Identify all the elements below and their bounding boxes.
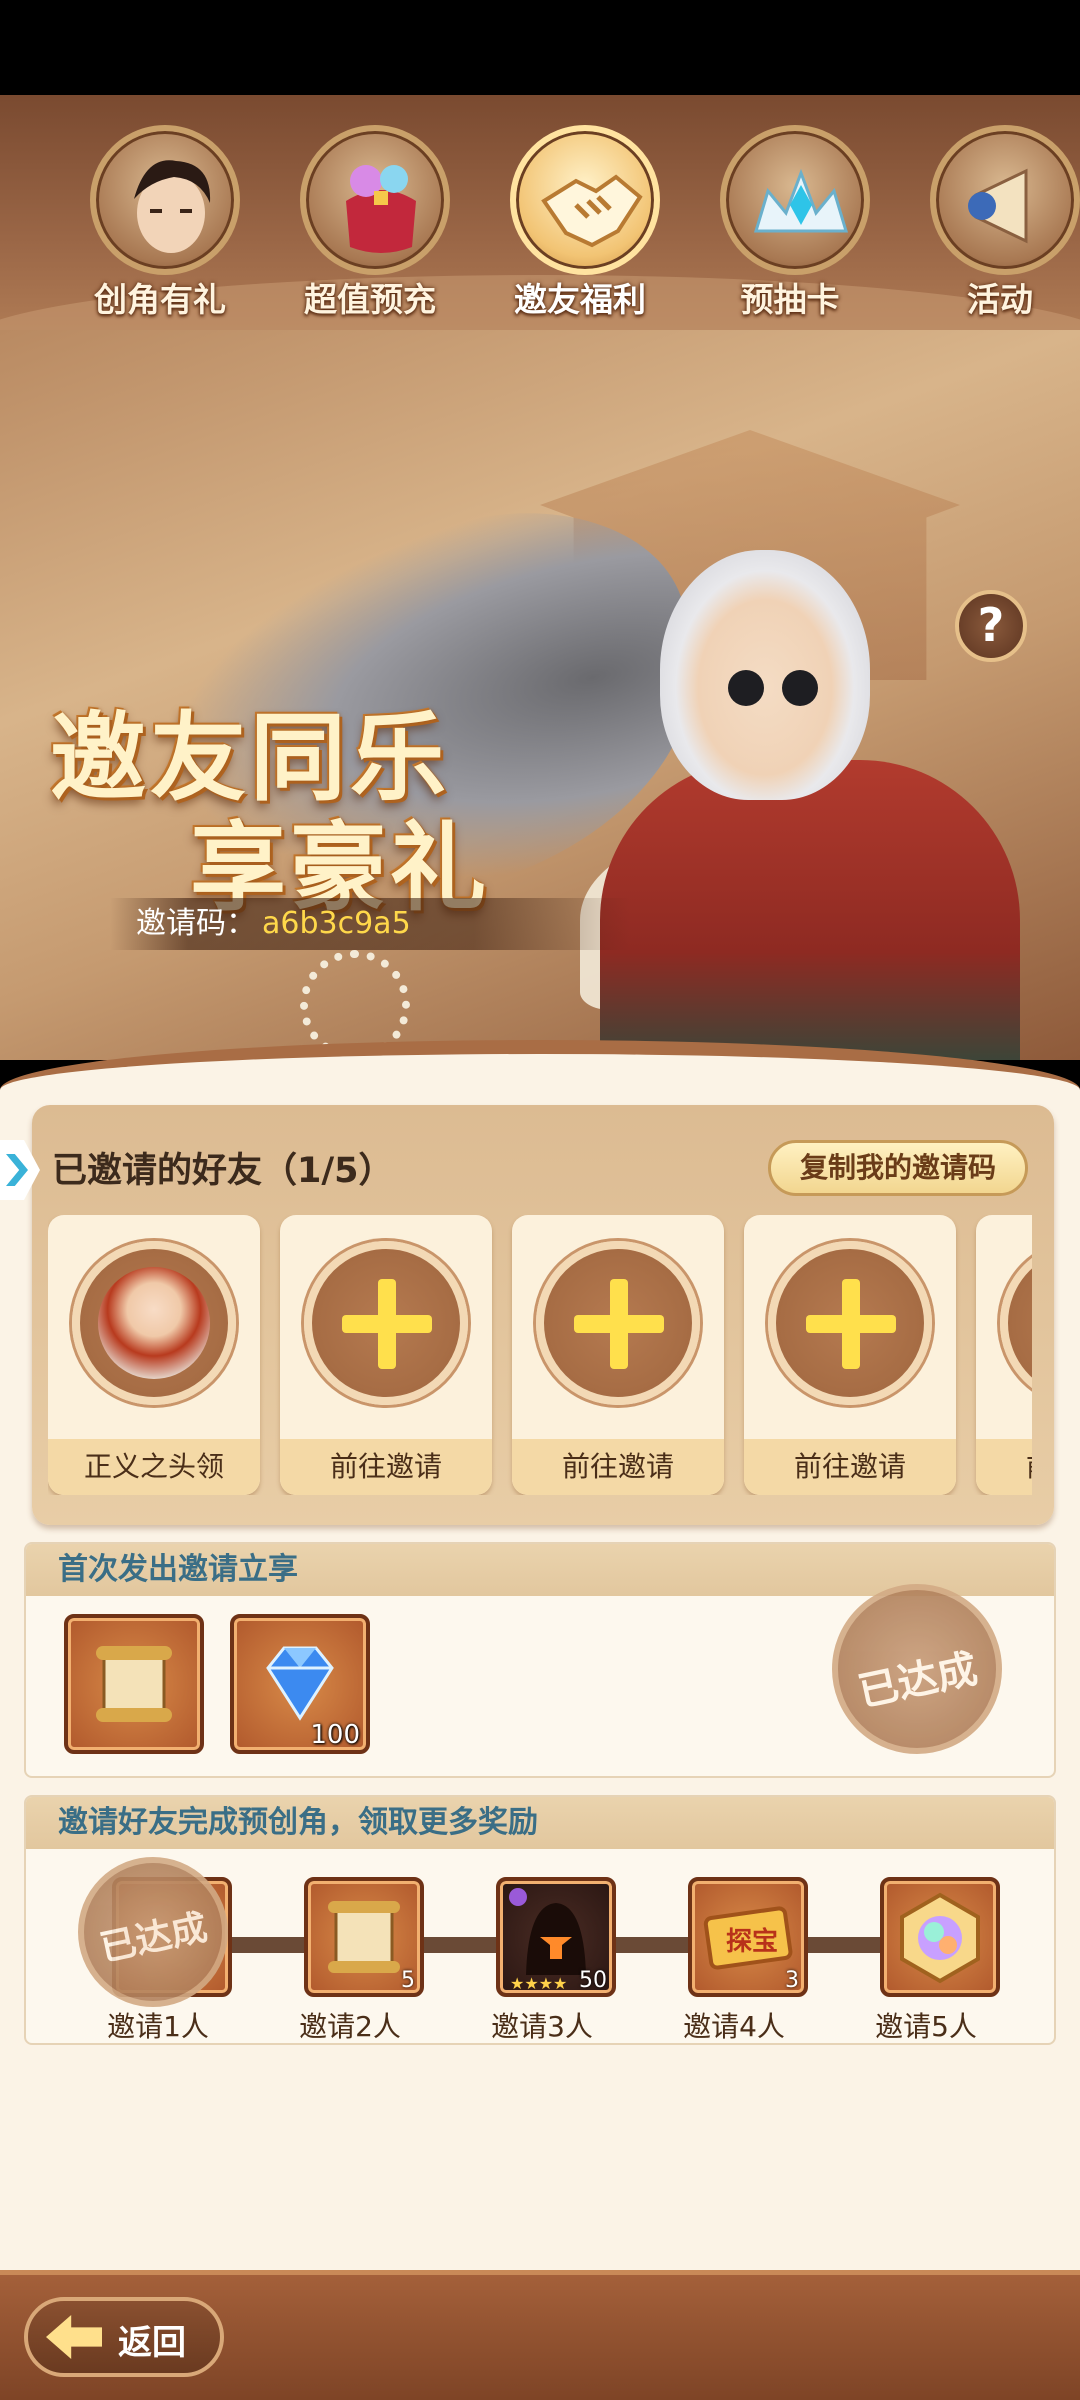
tab-label: 创角有礼 xyxy=(94,280,226,319)
friend-slot-filled[interactable]: 正义之头领 xyxy=(48,1215,260,1495)
friend-slot-empty[interactable]: 前往邀请 xyxy=(280,1215,492,1495)
go-invite-label: 前往邀请 xyxy=(280,1439,492,1495)
scroll-icon: 5 xyxy=(304,1877,424,1997)
achieved-stamp: 已达成 xyxy=(832,1584,1002,1754)
tab-label: 邀友福利 xyxy=(514,280,646,319)
milestone-label: 邀请4人 xyxy=(683,2010,785,2043)
tab-invite-friends[interactable]: 邀友福利 xyxy=(495,125,665,335)
achieved-stamp: 已达成 xyxy=(78,1857,228,2007)
character-robe xyxy=(600,760,1020,1060)
go-invite-label: 前往邀请 xyxy=(512,1439,724,1495)
milestone-1[interactable]: 已达成 邀请1人 xyxy=(78,1857,238,2043)
milestone-label: 邀请2人 xyxy=(299,2010,401,2043)
handshake-icon xyxy=(510,125,660,275)
achieved-label: 已达成 xyxy=(96,1906,211,1970)
treasure-ticket-icon: 探宝 3 xyxy=(688,1877,808,1997)
item-quantity: 5 xyxy=(401,1968,415,1993)
glasses-illustration xyxy=(728,670,818,706)
milestone-reward-title: 邀请好友完成预创角，领取更多奖励 xyxy=(26,1797,1054,1849)
tab-pre-draw[interactable]: 预抽卡 xyxy=(705,125,875,335)
plus-icon xyxy=(304,1241,468,1405)
status-bar xyxy=(0,0,1080,95)
character-portrait-icon xyxy=(90,125,240,275)
milestone-label: 邀请3人 xyxy=(491,2010,593,2043)
plus-icon xyxy=(536,1241,700,1405)
megaphone-icon xyxy=(930,125,1080,275)
milestone-2[interactable]: 5 邀请2人 xyxy=(270,1877,430,2043)
item-quantity: 50 xyxy=(579,1968,607,1993)
milestone-5[interactable]: 邀请5人 xyxy=(846,1877,1006,2043)
tab-value-topup[interactable]: 超值预充 xyxy=(285,125,455,335)
invited-friends-title: 已邀请的好友（1/5） xyxy=(52,1151,394,1191)
first-invite-reward-panel: 首次发出邀请立享 100 已达成 xyxy=(24,1542,1056,1778)
invite-code-value: a6b3c9a5 xyxy=(262,906,411,941)
tab-label: 预抽卡 xyxy=(740,280,840,319)
tab-label: 超值预充 xyxy=(304,280,436,319)
friend-slot-empty[interactable]: 前往邀请 xyxy=(744,1215,956,1495)
invite-code-display: 邀请码： a6b3c9a5 xyxy=(110,898,630,950)
ticket-text: 探宝 xyxy=(726,1927,779,1957)
tab-events[interactable]: 活动 xyxy=(915,125,1080,335)
reward-item-diamond[interactable]: 100 xyxy=(230,1614,370,1754)
milestone-4[interactable]: 探宝 3 邀请4人 xyxy=(654,1877,814,2043)
back-button-label: 返回 xyxy=(118,2323,186,2363)
plus-icon xyxy=(768,1241,932,1405)
go-invite-label: 前往邀请 xyxy=(976,1439,1032,1495)
copy-invite-code-button[interactable]: 复制我的邀请码 xyxy=(768,1140,1028,1196)
help-button[interactable]: ? xyxy=(955,590,1027,662)
rainbow-gem-icon xyxy=(880,1877,1000,1997)
plus-icon xyxy=(1000,1241,1032,1405)
milestone-3[interactable]: ★★★★ 50 邀请3人 xyxy=(462,1877,622,2043)
scroll-icon xyxy=(96,1646,172,1722)
event-tab-strip: 创角有礼 超值预充 邀友福利 预抽卡 活动 xyxy=(0,95,1080,355)
star-rating: ★★★★ xyxy=(510,1974,568,1993)
item-quantity: 3 xyxy=(785,1968,799,1993)
tab-create-character[interactable]: 创角有礼 xyxy=(75,125,245,335)
milestone-reward-panel: 邀请好友完成预创角，领取更多奖励 已达成 邀请1人 5 邀请2人 ★★★★ 50 xyxy=(24,1795,1056,2045)
milestone-label: 邀请5人 xyxy=(875,2010,977,2043)
invite-code-label: 邀请码： xyxy=(136,906,256,941)
back-button[interactable]: 返回 xyxy=(24,2297,224,2377)
go-invite-label: 前往邀请 xyxy=(744,1439,956,1495)
reward-item-scroll[interactable] xyxy=(64,1614,204,1754)
tab-label: 活动 xyxy=(967,280,1033,319)
crystal-crown-icon xyxy=(720,125,870,275)
hero-fragment-icon: ★★★★ 50 xyxy=(496,1877,616,1997)
friend-slot-empty[interactable]: 前往邀请 xyxy=(976,1215,1032,1495)
item-quantity: 100 xyxy=(310,1720,360,1750)
friend-slot-empty[interactable]: 前往邀请 xyxy=(512,1215,724,1495)
friend-name: 正义之头领 xyxy=(48,1439,260,1495)
gift-bag-icon xyxy=(300,125,450,275)
avatar xyxy=(98,1267,210,1379)
milestone-label: 邀请1人 xyxy=(107,2010,209,2043)
invite-banner: 邀友同乐 享豪礼 邀请码： a6b3c9a5 ? xyxy=(0,330,1080,1060)
friend-avatar-frame xyxy=(72,1241,236,1405)
achieved-label: 已达成 xyxy=(854,1644,982,1716)
back-arrow-icon xyxy=(46,2315,102,2359)
friend-slot-list: 正义之头领 前往邀请 前往邀请 前往邀请 前往邀请 xyxy=(48,1215,1032,1495)
